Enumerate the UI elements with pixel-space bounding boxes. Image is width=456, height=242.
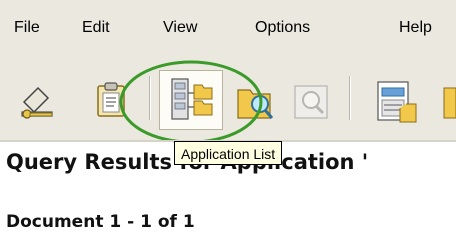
- menu-view[interactable]: View: [163, 19, 197, 37]
- menu-file[interactable]: File: [14, 19, 40, 37]
- menu-bar: File Edit View Options Help: [0, 0, 456, 60]
- menu-options[interactable]: Options: [255, 19, 310, 37]
- application-list-icon: [171, 78, 213, 120]
- search-disabled-icon[interactable]: [290, 80, 334, 124]
- search-icon[interactable]: [234, 80, 278, 124]
- toolbar-separator: [349, 76, 350, 120]
- menu-help[interactable]: Help: [399, 19, 432, 37]
- document-count: Document 1 - 1 of 1: [6, 212, 195, 232]
- tooltip: Application List: [174, 141, 283, 165]
- partial-icon[interactable]: [440, 82, 456, 122]
- application-list-button[interactable]: [159, 70, 223, 130]
- menu-edit[interactable]: Edit: [82, 19, 110, 37]
- key-login-icon[interactable]: [18, 80, 58, 120]
- document-form-icon[interactable]: [370, 78, 418, 126]
- toolbar-separator: [149, 76, 150, 120]
- clipboard-icon[interactable]: [92, 80, 132, 120]
